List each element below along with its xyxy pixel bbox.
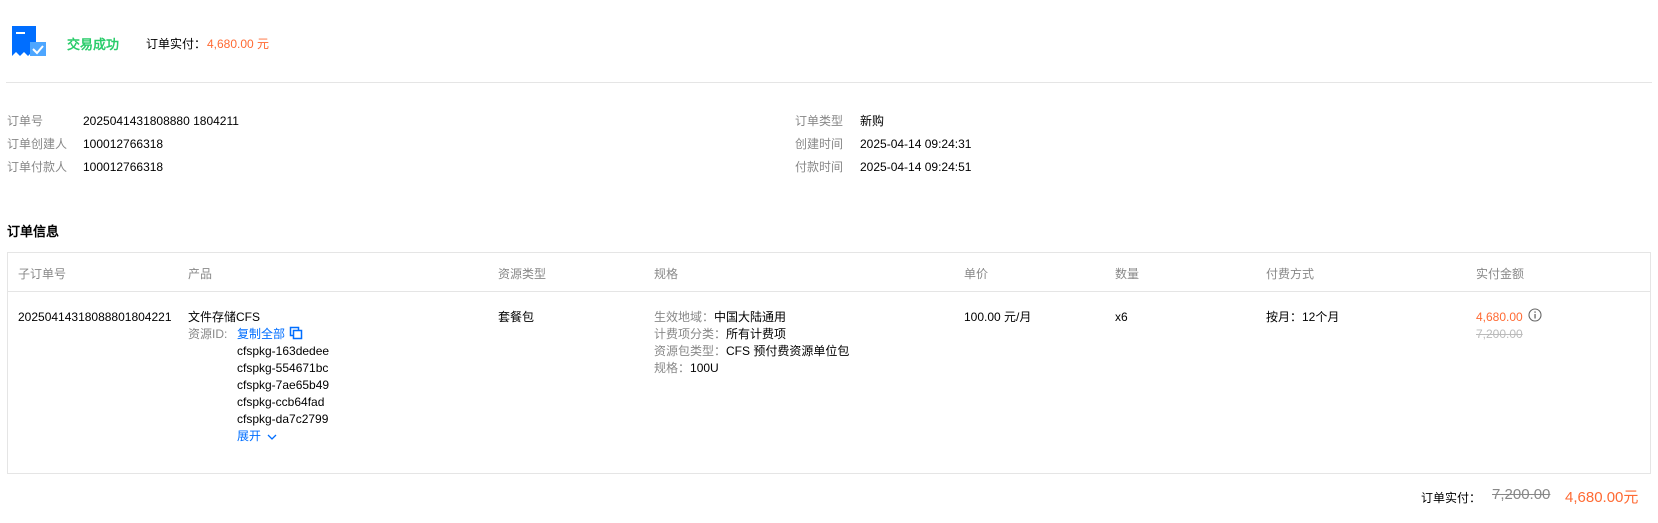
footer-original-total: 7,200.00 [1492,486,1551,503]
spec-line: 生效地域：中国大陆通用 [654,309,786,325]
order-type: 新购 [860,114,885,128]
section-title: 订单信息 [7,224,60,239]
chevron-down-icon [267,434,277,440]
sub-order-number: 20250414318088801804221 [18,310,172,324]
col-quantity: 数量 [1115,267,1140,281]
divider [6,82,1652,83]
col-resource-type: 资源类型 [498,267,547,281]
order-status: 交易成功 [67,37,120,52]
unit-price: 100.00 元/月 [964,310,1032,324]
col-amount: 实付金额 [1476,267,1525,281]
order-success-icon [12,26,48,58]
order-table: 子订单号 产品 资源类型 规格 单价 数量 付费方式 实付金额 20250414… [7,252,1651,474]
spec-value: 100U [690,361,719,375]
resource-id: cfspkg-da7c2799 [237,412,329,426]
col-product: 产品 [188,267,213,281]
spec-value: CFS 预付费资源单位包 [726,344,850,358]
payer-id: 100012766318 [83,160,164,174]
col-billing: 付费方式 [1266,267,1315,281]
resource-id: cfspkg-554671bc [237,361,329,375]
spec-value: 所有计费项 [726,327,787,341]
meta-label: 订单付款人 [7,160,68,174]
original-amount-cell: 7,200.00 [1476,327,1523,341]
resource-id: cfspkg-163dedee [237,344,330,358]
col-unit-price: 单价 [964,267,989,281]
product-name: 文件存储CFS [188,310,261,324]
resource-id: cfspkg-ccb64fad [237,395,325,409]
spec-line: 规格：100U [654,360,719,376]
paid-time: 2025-04-14 09:24:51 [860,160,972,174]
spec-value: 中国大陆通用 [714,310,787,324]
spec-line: 计费项分类：所有计费项 [654,326,786,342]
spec-key: 规格： [654,361,691,375]
resource-type: 套餐包 [498,310,535,324]
footer-final-total: 4,680.00元 [1565,489,1639,506]
meta-label: 付款时间 [795,160,844,174]
billing-method: 按月：12个月 [1266,310,1340,324]
order-header: 交易成功 订单实付： 4,680.00 元 [0,0,1658,80]
copy-icon[interactable] [289,326,303,340]
meta-label: 订单类型 [795,114,844,128]
creator-id: 100012766318 [83,137,164,151]
col-spec: 规格 [654,267,679,281]
created-time: 2025-04-14 09:24:31 [860,137,972,151]
spec-key: 生效地域： [654,310,715,324]
order-number: 2025041431808880 1804211 [83,114,239,128]
resource-id-label: 资源ID: [188,327,228,341]
meta-label: 订单号 [7,114,44,128]
col-sub-order: 子订单号 [18,267,67,281]
spec-key: 资源包类型： [654,344,727,358]
spec-key: 计费项分类： [654,327,727,341]
meta-label: 订单创建人 [7,137,68,151]
copy-all-link[interactable]: 复制全部 [237,326,285,342]
quantity: x6 [1115,310,1128,324]
expand-link[interactable]: 展开 [237,428,277,444]
paid-amount-cell: 4,680.00 [1476,310,1523,324]
info-icon[interactable] [1528,308,1542,322]
meta-label: 创建时间 [795,137,844,151]
spec-line: 资源包类型：CFS 预付费资源单位包 [654,343,849,359]
paid-amount: 4,680.00 元 [207,37,270,51]
expand-label: 展开 [237,429,262,443]
table-header: 子订单号 产品 资源类型 规格 单价 数量 付费方式 实付金额 [8,253,1650,292]
paid-label: 订单实付： [146,37,207,51]
footer-paid-label: 订单实付： [1421,491,1482,505]
resource-id: cfspkg-7ae65b49 [237,378,330,392]
